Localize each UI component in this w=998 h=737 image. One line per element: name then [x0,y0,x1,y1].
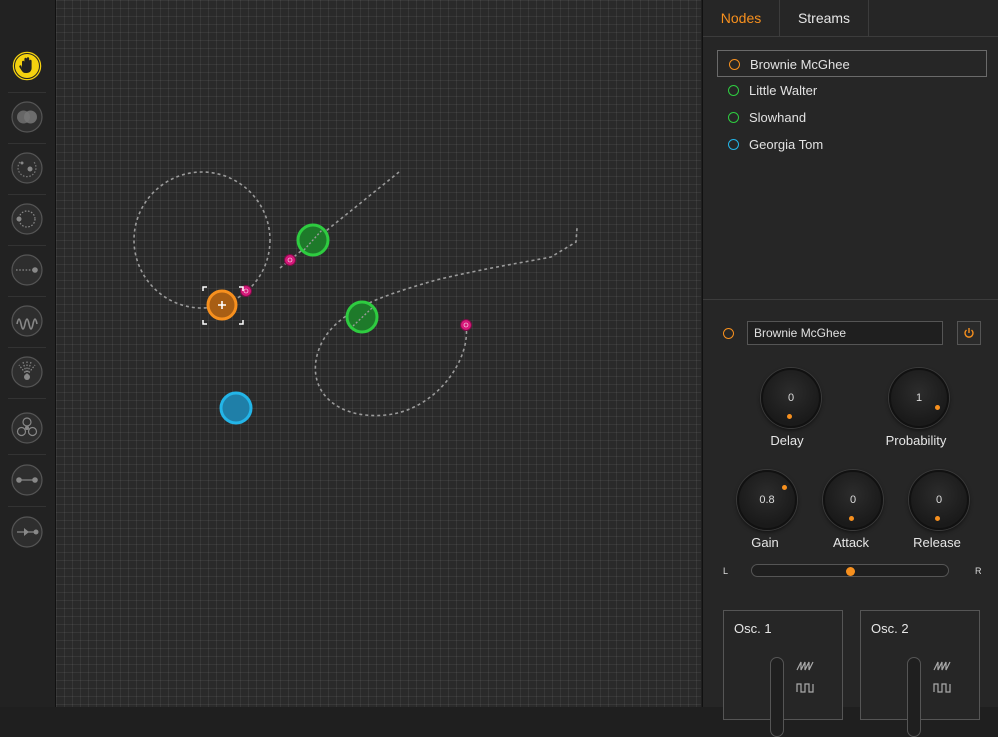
tab-nodes[interactable]: Nodes [703,0,780,36]
orbit-icon [11,152,43,184]
delay-label: Delay [770,433,804,448]
power-button[interactable] [957,321,981,345]
wave-tool-button[interactable] [10,304,44,338]
tool-sidebar [0,0,56,707]
node-label: Little Walter [749,83,818,98]
status-dot-icon [728,139,739,150]
power-icon [964,328,974,338]
canvas-drawing [133,171,578,425]
oscillator-title: Osc. 2 [871,621,909,636]
arrow-icon [11,516,43,548]
wave-icon [11,305,43,337]
delay-knob[interactable]: 0 [761,368,821,428]
hand-icon [11,50,43,82]
tool-separator [8,347,46,348]
sawtooth-wave-icon[interactable] [933,659,951,673]
attack-knob[interactable]: 0 [823,470,883,530]
node-georgia-tom [219,391,253,425]
node-list: Brownie McGhee Little Walter Slowhand Ge… [717,50,987,158]
status-dot-icon [728,112,739,123]
probability-knob[interactable]: 1 [889,368,949,428]
link-icon [11,464,43,496]
pan-left-label: L [723,566,729,576]
inspector-panel: Nodes Streams Brownie McGhee Little Walt… [702,0,998,737]
node-canvas[interactable] [56,0,701,707]
knob-indicator [935,405,940,410]
knob-indicator [849,516,854,521]
dashed-circle-icon [11,203,43,235]
tool-separator [8,296,46,297]
oscillator-title: Osc. 1 [734,621,772,636]
oscillator-2-panel: Osc. 2 [860,610,980,737]
trefoil-tool-button[interactable] [10,411,44,445]
square-wave-icon[interactable] [796,681,814,695]
node-name-row [703,321,998,347]
oscillator-slider[interactable] [907,657,921,737]
overlap-circles-icon [11,101,43,133]
gain-value: 0.8 [759,494,775,506]
magenta-anchor-2 [284,254,296,266]
tool-separator [8,506,46,507]
list-item[interactable]: Little Walter [717,77,987,104]
release-knob[interactable]: 0 [909,470,969,530]
pan-slider[interactable] [751,564,949,577]
pan-slider-thumb[interactable] [846,567,855,576]
node-color-icon [723,328,734,339]
node-label: Slowhand [749,110,807,125]
knob-indicator [787,414,792,419]
probability-label: Probability [885,433,947,448]
node-name-input[interactable] [747,321,943,345]
oscillator-1-panel: Osc. 1 [723,610,843,737]
tool-separator [8,398,46,399]
line-path [279,171,400,269]
node-brownie-mcghee [202,286,244,325]
fan-tool-button[interactable] [10,355,44,389]
node-label: Brownie McGhee [750,57,850,72]
panel-divider [703,299,998,300]
pan-right-label: R [975,566,982,576]
tool-separator [8,143,46,144]
sawtooth-wave-icon[interactable] [796,659,814,673]
square-wave-icon[interactable] [933,681,951,695]
tool-separator [8,194,46,195]
node-label: Georgia Tom [749,137,824,152]
trefoil-icon [11,412,43,444]
node-little-walter [296,223,330,257]
panel-tabs: Nodes Streams [703,0,998,37]
tool-separator [8,454,46,455]
release-label: Release [913,535,961,550]
orbit-tool-button[interactable] [10,151,44,185]
knob-indicator [935,516,940,521]
list-item[interactable]: Georgia Tom [717,131,987,158]
arrow-tool-button[interactable] [10,515,44,549]
oscillator-slider[interactable] [770,657,784,737]
magenta-anchor-3 [460,319,472,331]
tool-separator [8,245,46,246]
dashed-line-icon [11,254,43,286]
link-tool-button[interactable] [10,463,44,497]
probability-value: 1 [915,392,923,404]
tool-separator [8,92,46,93]
status-dot-icon [728,85,739,96]
gain-label: Gain [751,535,779,550]
list-item[interactable]: Brownie McGhee [717,50,987,77]
line-tool-button[interactable] [10,253,44,287]
node-slowhand [345,300,379,334]
attack-label: Attack [832,535,870,550]
status-dot-icon [729,59,740,70]
venn-tool-button[interactable] [10,100,44,134]
knob-indicator [782,485,787,490]
fan-icon [11,356,43,388]
hand-tool-button[interactable] [10,49,44,83]
gain-knob[interactable]: 0.8 [737,470,797,530]
tab-streams[interactable]: Streams [780,0,869,36]
circle-tool-button[interactable] [10,202,44,236]
list-item[interactable]: Slowhand [717,104,987,131]
